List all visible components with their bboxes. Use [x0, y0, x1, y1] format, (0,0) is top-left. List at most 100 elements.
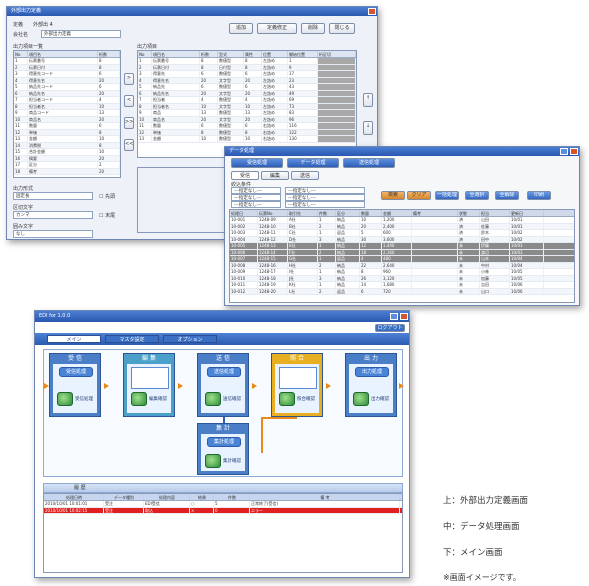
filter-select-b-0[interactable]: ---指定なし---: [285, 187, 365, 194]
workflow-stage-3[interactable]: 照 合照合確認: [271, 353, 323, 417]
column-header: 件数: [214, 494, 250, 500]
top-action-button-1[interactable]: 定義修正: [257, 23, 297, 34]
checkbox-head[interactable]: ☐ 先頭: [99, 193, 115, 200]
data-receive-icon[interactable]: [57, 392, 73, 406]
action-button-5[interactable]: 印刷: [527, 191, 551, 200]
main-tab-0[interactable]: メイン: [47, 335, 101, 343]
delimiter-select[interactable]: カンマ: [13, 211, 93, 219]
format-select[interactable]: 固定長: [13, 192, 93, 200]
main-tab-2[interactable]: オプション: [163, 335, 217, 343]
maximize-icon[interactable]: [390, 313, 398, 320]
table-cell: [412, 256, 458, 262]
table-row[interactable]: 18 備考 20: [14, 168, 120, 175]
move-button-0[interactable]: >: [124, 73, 134, 85]
action-button-1[interactable]: クリア: [407, 191, 431, 200]
table-cell: 116: [288, 123, 318, 129]
data-aggregate-icon[interactable]: [205, 454, 221, 468]
close-icon[interactable]: [570, 148, 578, 155]
scroll-down-button[interactable]: ↓: [363, 121, 373, 135]
selected-items-list[interactable]: No 項目名 桁数 型式 属性 位置 開始位置 桁区切 1 伝票番号 8 数値型 8 左詰め 1 2 伝票日付 8…: [137, 50, 357, 158]
main-window: EDI for 1.0.0 ログアウト 履 歴 処理日時 データ種別 処理内容 結果件…: [34, 310, 410, 578]
table-cell: 2010/10/01 10:01:01: [44, 501, 104, 507]
table-cell: 10: [360, 217, 382, 223]
top-action-button-0[interactable]: 追加: [229, 23, 253, 34]
workflow-stage-4[interactable]: 出 力出力処理 出力確認: [345, 353, 397, 417]
table-cell: 1,680: [382, 282, 412, 288]
history-table[interactable]: 処理日時 データ種別 処理内容 結果 件数備 考 2010/10/01 10:01:01 受…: [43, 493, 403, 573]
data-check-icon[interactable]: [279, 392, 295, 406]
company-input[interactable]: 外部出力定義: [41, 30, 121, 38]
filter-select-b-2[interactable]: ---指定なし---: [285, 201, 365, 208]
stage-bubble-button[interactable]: 出力処理: [355, 367, 389, 377]
filter-select-1[interactable]: ---指定なし---: [231, 194, 281, 201]
move-button-1[interactable]: <: [124, 95, 134, 107]
move-button-3[interactable]: <<: [124, 139, 134, 151]
move-button-2[interactable]: >>: [124, 117, 134, 129]
logout-button[interactable]: ログアウト: [375, 324, 405, 332]
table-row[interactable]: 10-012 1248-20 L社 2 返品 6 720 未山口 10/06: [230, 288, 574, 295]
action-button-2[interactable]: 一括処理: [435, 191, 459, 200]
toolbar-button-0[interactable]: 受信処理: [231, 158, 283, 168]
workflow-stage-2[interactable]: 送 信送信処理 送信確認: [197, 353, 249, 417]
table-cell: 10/02: [510, 236, 544, 242]
table-cell: 商品コード: [28, 110, 98, 116]
table-cell: 4: [98, 97, 120, 103]
checkbox-tail-label: 末尾: [105, 213, 116, 219]
table-cell: [318, 136, 356, 142]
table-cell: 3: [138, 71, 152, 77]
tab-2[interactable]: 送信: [291, 171, 319, 180]
top-action-button-2[interactable]: 削除: [301, 23, 325, 34]
table-cell: 9: [138, 110, 152, 116]
checkbox-tail[interactable]: ☐ 末尾: [99, 212, 115, 219]
data-edit-icon[interactable]: [131, 392, 147, 406]
table-row[interactable]: 13 金額 10 数値型 10 右詰め 130: [138, 136, 356, 143]
filter-select-0[interactable]: ---指定なし---: [231, 187, 281, 194]
available-items-list[interactable]: No 項目名 桁数 1 伝票番号 8 2 伝票日付 8 3 得意先コード 6 4 得意先名 20 5 納品先コー…: [13, 50, 121, 178]
close-icon[interactable]: [400, 313, 408, 320]
table-cell: 数値型: [218, 58, 244, 64]
top-action-button-3[interactable]: 閉じる: [329, 23, 355, 34]
table-cell: 伝票番号: [152, 58, 200, 64]
close-icon[interactable]: [368, 8, 376, 15]
table-cell: H社: [288, 262, 318, 268]
format-label: 出力形式: [13, 186, 34, 192]
table-cell: 数値型: [218, 97, 244, 103]
table-row[interactable]: 2010/10/01 10:02:15 受注 取込 × 0 エラー: [44, 507, 402, 514]
table-cell: 1,200: [382, 217, 412, 223]
workflow-stage-1[interactable]: 編 集編集確認: [123, 353, 175, 417]
workflow-stage-lower[interactable]: 集 計集計処理 集計確認: [197, 423, 249, 475]
filter-select-2[interactable]: ---指定なし---: [231, 201, 281, 208]
tab-0[interactable]: 受信: [231, 171, 259, 180]
filter-select-b-1[interactable]: ---指定なし---: [285, 194, 365, 201]
minimize-icon[interactable]: [560, 148, 568, 155]
action-button-3[interactable]: 全選択: [465, 191, 489, 200]
table-cell: 10: [244, 136, 262, 142]
table-cell: [412, 223, 458, 229]
table-cell: 10/05: [510, 269, 544, 275]
toolbar-button-1[interactable]: データ処理: [287, 158, 339, 168]
toolbar-button-2[interactable]: 送信処理: [343, 158, 395, 168]
main-tab-1[interactable]: マスタ設定: [105, 335, 159, 343]
table-cell: 未: [458, 275, 480, 281]
quote-select[interactable]: なし: [13, 230, 93, 238]
scroll-up-button[interactable]: ↑: [363, 93, 373, 107]
workflow-stage-0[interactable]: 受 信受信処理 受信処理: [49, 353, 101, 417]
tab-1[interactable]: 編集: [261, 171, 289, 180]
data-output-icon[interactable]: [353, 392, 369, 406]
processing-table[interactable]: 処理日 伝票No 取引先 件数 区分 数量 金額 備考 状態 担当 更新日 10-001 1248-09…: [229, 209, 575, 303]
table-cell: [412, 230, 458, 236]
flow-arrow-icon: [252, 383, 257, 389]
table-cell: [412, 269, 458, 275]
table-cell: 吉田: [480, 282, 510, 288]
stage-bubble-button[interactable]: 集計処理: [207, 437, 241, 447]
data-send-icon[interactable]: [205, 392, 221, 406]
stage-bubble-button[interactable]: 受信処理: [59, 367, 93, 377]
action-button-0[interactable]: 検索: [381, 191, 405, 200]
table-cell: [318, 103, 356, 109]
table-cell: 10-006: [230, 249, 258, 255]
action-button-4[interactable]: 全解除: [495, 191, 519, 200]
stage-bubble-button[interactable]: 送信処理: [207, 367, 241, 377]
table-cell: 担当者コード: [28, 97, 98, 103]
table-cell: 文字型: [218, 103, 244, 109]
table-cell: 18: [14, 168, 28, 174]
